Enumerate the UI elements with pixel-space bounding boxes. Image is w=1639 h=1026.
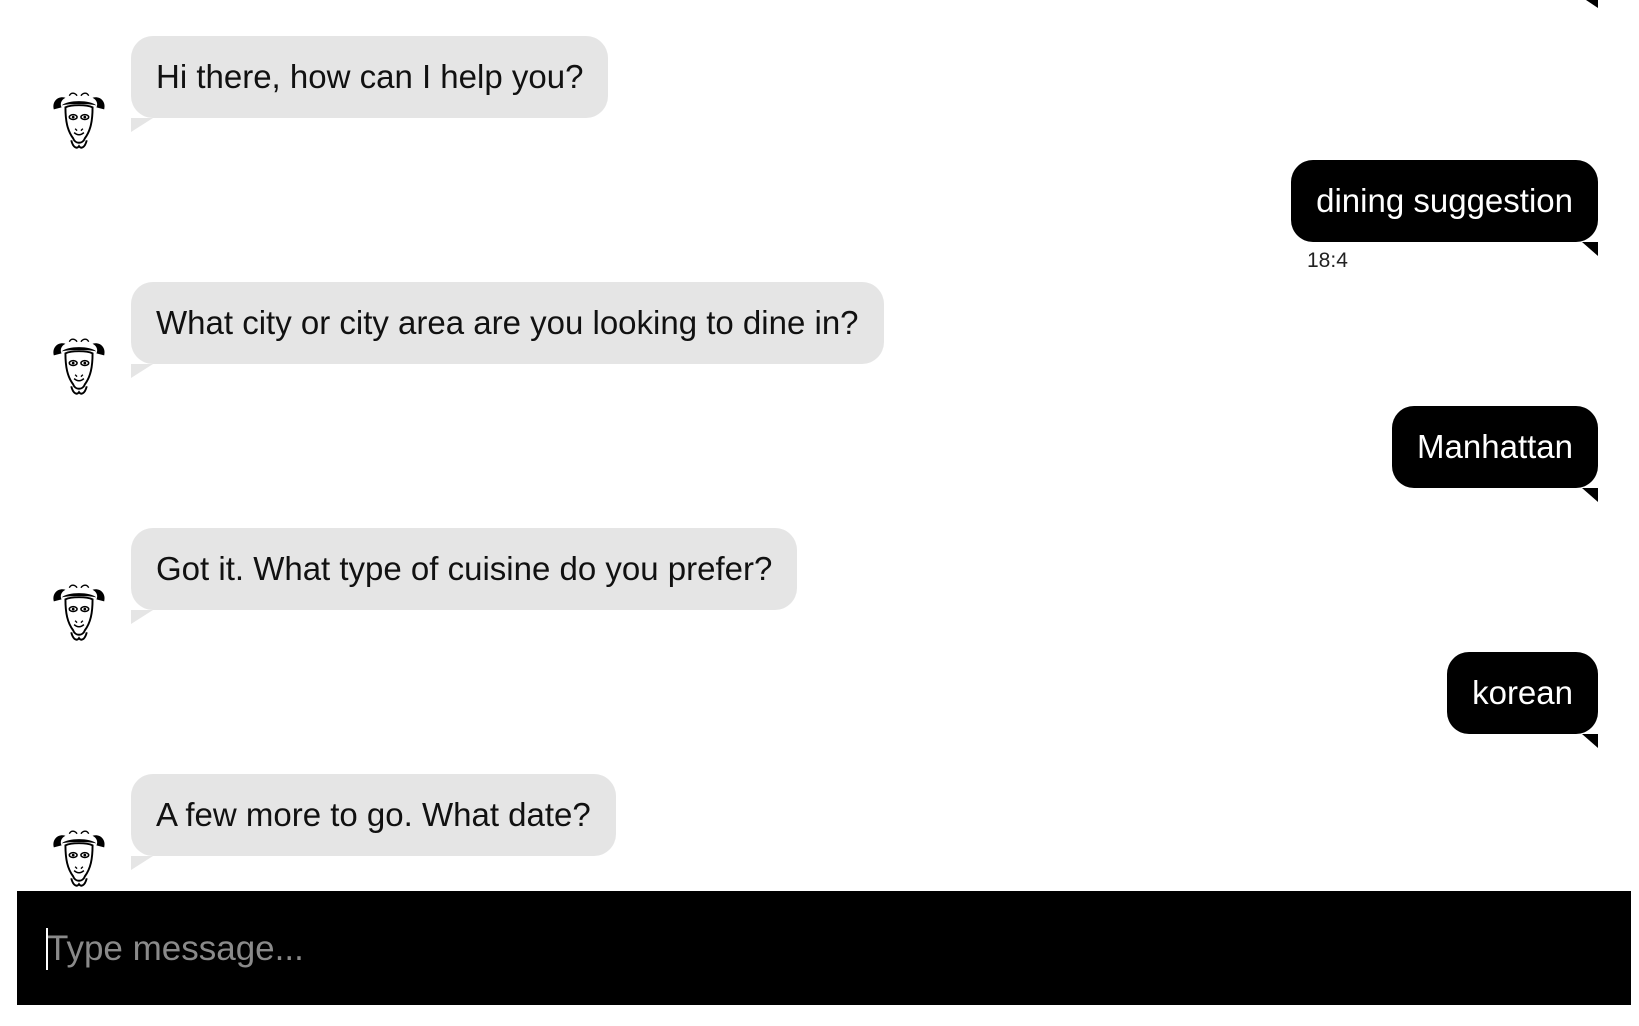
user-message: dining suggestion: [1291, 160, 1598, 256]
text-caret: [46, 928, 48, 970]
gnu-head-icon: [48, 334, 110, 396]
gnu-head-icon: [48, 88, 110, 150]
gnu-head-icon: [48, 580, 110, 642]
message-input[interactable]: [45, 921, 1599, 977]
bot-message: Got it. What type of cuisine do you pref…: [131, 528, 798, 624]
bot-message: Hi there, how can I help you?: [131, 36, 609, 132]
message-timestamp: 18:4: [1307, 249, 1348, 272]
previous-message-tail: [1586, 0, 1598, 8]
user-message: korean: [1447, 652, 1598, 748]
chat-log[interactable]: Hi there, how can I help you? dining sug…: [0, 0, 1639, 890]
message-composer: [17, 891, 1631, 1005]
user-message: Manhattan: [1392, 406, 1598, 502]
bot-message: A few more to go. What date?: [131, 774, 616, 870]
bot-message: What city or city area are you looking t…: [131, 282, 884, 378]
gnu-head-icon: [48, 826, 110, 888]
